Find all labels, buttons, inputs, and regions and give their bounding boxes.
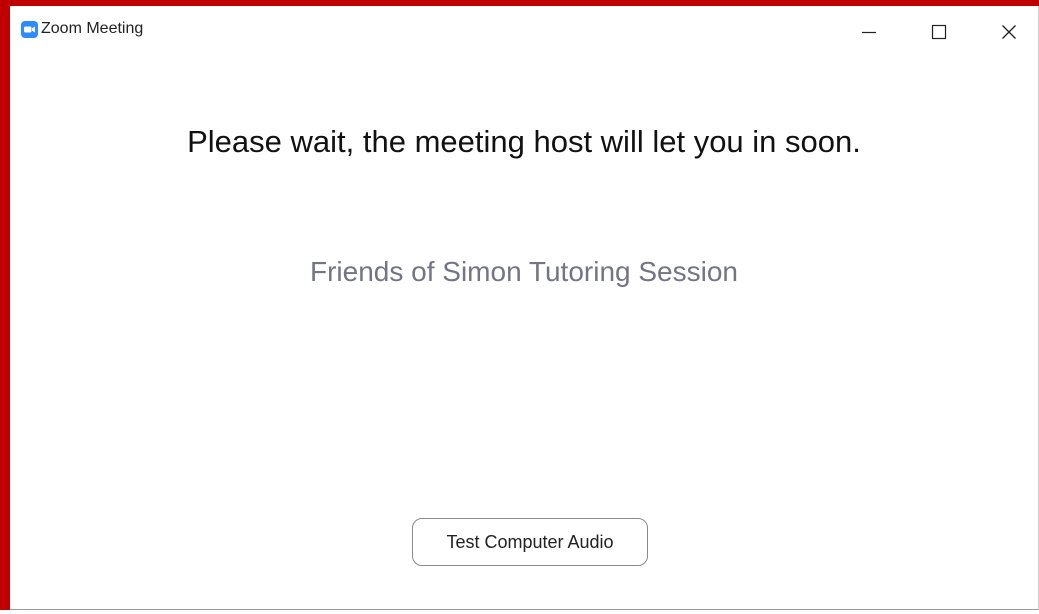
window-title: Zoom Meeting: [41, 20, 144, 37]
waiting-message: Please wait, the meeting host will let y…: [187, 124, 861, 159]
maximize-icon: [931, 24, 947, 40]
test-computer-audio-button[interactable]: Test Computer Audio: [412, 518, 648, 566]
zoom-waiting-room-window: Zoom Meeting Please wait, the meeting ho…: [10, 6, 1039, 610]
close-button[interactable]: [979, 6, 1039, 58]
zoom-camera-icon: [21, 21, 38, 38]
maximize-button[interactable]: [909, 6, 969, 58]
bottom-edge: [0, 610, 1039, 614]
title-bar[interactable]: Zoom Meeting: [10, 6, 1038, 58]
meeting-topic: Friends of Simon Tutoring Session: [310, 256, 738, 287]
minimize-icon: [862, 31, 876, 34]
minimize-button[interactable]: [839, 6, 899, 58]
close-icon: [1002, 25, 1016, 39]
